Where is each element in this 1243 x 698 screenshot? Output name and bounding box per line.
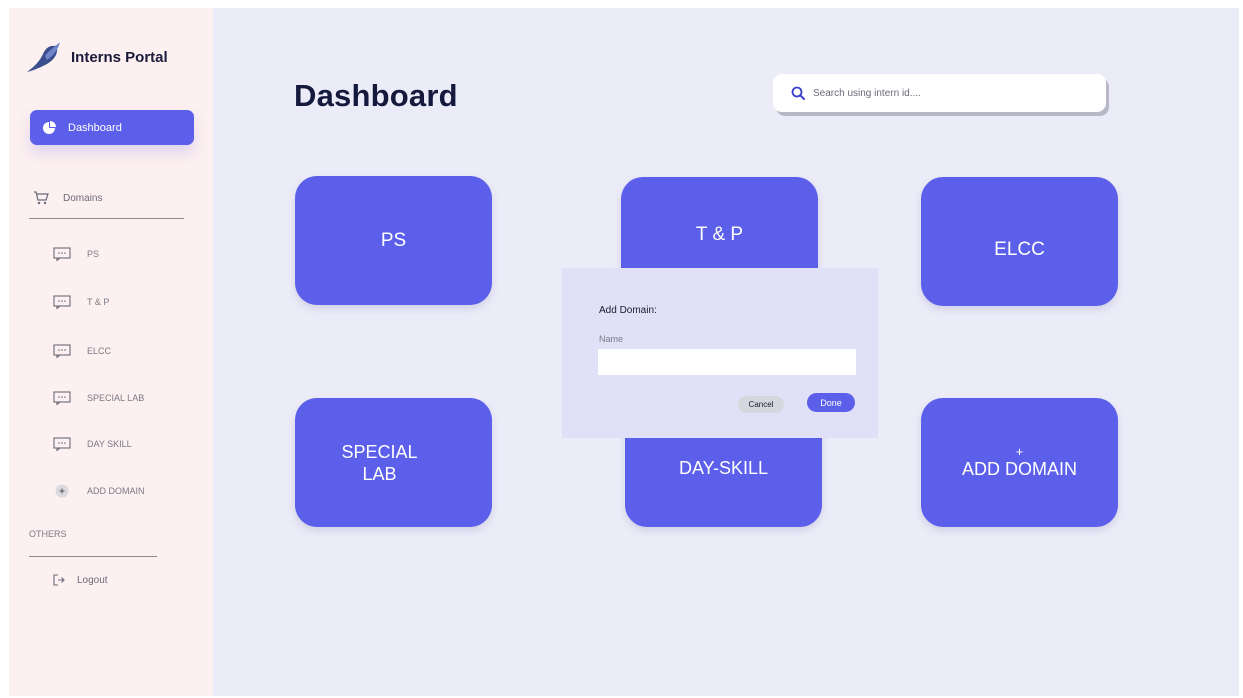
search-icon (791, 86, 805, 100)
card-label-line1: SPECIAL (341, 441, 418, 462)
sidebar-item-tp[interactable]: T & P (53, 295, 109, 309)
chat-bubble-icon (53, 295, 71, 309)
domain-card-elcc[interactable]: ELCC (921, 177, 1118, 306)
others-label: OTHERS (29, 529, 67, 539)
sidebar-item-label: ADD DOMAIN (87, 486, 145, 496)
card-label-line2: LAB (362, 463, 397, 484)
sidebar-section-domains[interactable]: Domains (33, 191, 102, 205)
sidebar-item-label: ELCC (87, 346, 112, 356)
chat-bubble-icon (53, 247, 71, 261)
search-input[interactable] (813, 87, 1093, 99)
logout-button[interactable]: Logout (53, 574, 108, 586)
name-field-label: Name (599, 334, 624, 344)
modal-title: Add Domain: (599, 305, 657, 316)
domains-label: Domains (63, 192, 103, 204)
pie-chart-icon (43, 120, 56, 134)
others-divider (29, 556, 157, 557)
add-domain-modal: Add Domain: Name Cancel Done (562, 268, 878, 438)
search-bar[interactable] (773, 74, 1106, 112)
name-input[interactable] (598, 349, 856, 375)
logout-icon (53, 574, 65, 586)
sidebar-item-day-skill[interactable]: DAY SKILL (53, 437, 132, 451)
card-label: T & P (695, 224, 744, 245)
done-button[interactable]: Done (807, 393, 855, 412)
add-domain-card[interactable]: + ADD DOMAIN (921, 398, 1118, 527)
card-label: ELCC (994, 238, 1045, 260)
app-frame: Interns Portal Dashboard Domains PS T & … (9, 8, 1239, 696)
chat-bubble-icon (53, 391, 71, 405)
page-title: Dashboard (294, 78, 458, 113)
sidebar-item-label: Dashboard (68, 121, 122, 134)
cancel-button[interactable]: Cancel (738, 396, 784, 413)
cart-icon (34, 191, 49, 205)
sidebar-item-special-lab[interactable]: SPECIAL LAB (53, 391, 144, 405)
app-name: Interns Portal (71, 48, 168, 66)
bird-logo-icon (27, 42, 60, 72)
card-label: PS (380, 229, 407, 251)
domain-card-special-lab[interactable]: SPECIAL LAB (295, 398, 492, 527)
logout-label: Logout (77, 574, 108, 586)
sidebar-item-elcc[interactable]: ELCC (53, 344, 111, 358)
sidebar-item-label: T & P (87, 297, 110, 307)
chat-bubble-icon (53, 437, 71, 451)
chat-bubble-icon (53, 344, 71, 358)
sidebar-item-add-domain[interactable]: ADD DOMAIN (53, 483, 145, 499)
sidebar: Interns Portal Dashboard Domains PS T & … (9, 8, 213, 696)
domain-card-ps[interactable]: PS (295, 176, 492, 305)
sidebar-item-ps[interactable]: PS (53, 247, 99, 261)
card-label: ADD DOMAIN (961, 459, 1077, 479)
logo: Interns Portal (25, 40, 168, 74)
card-label: DAY-SKILL (678, 458, 769, 478)
sidebar-item-label: SPECIAL LAB (87, 393, 145, 403)
plus-icon: + (1015, 444, 1024, 459)
domains-divider (29, 218, 184, 219)
sidebar-item-dashboard[interactable]: Dashboard (30, 110, 194, 145)
sidebar-item-label: DAY SKILL (87, 439, 132, 449)
sidebar-item-label: PS (87, 249, 100, 259)
plus-circle-icon (55, 484, 69, 498)
